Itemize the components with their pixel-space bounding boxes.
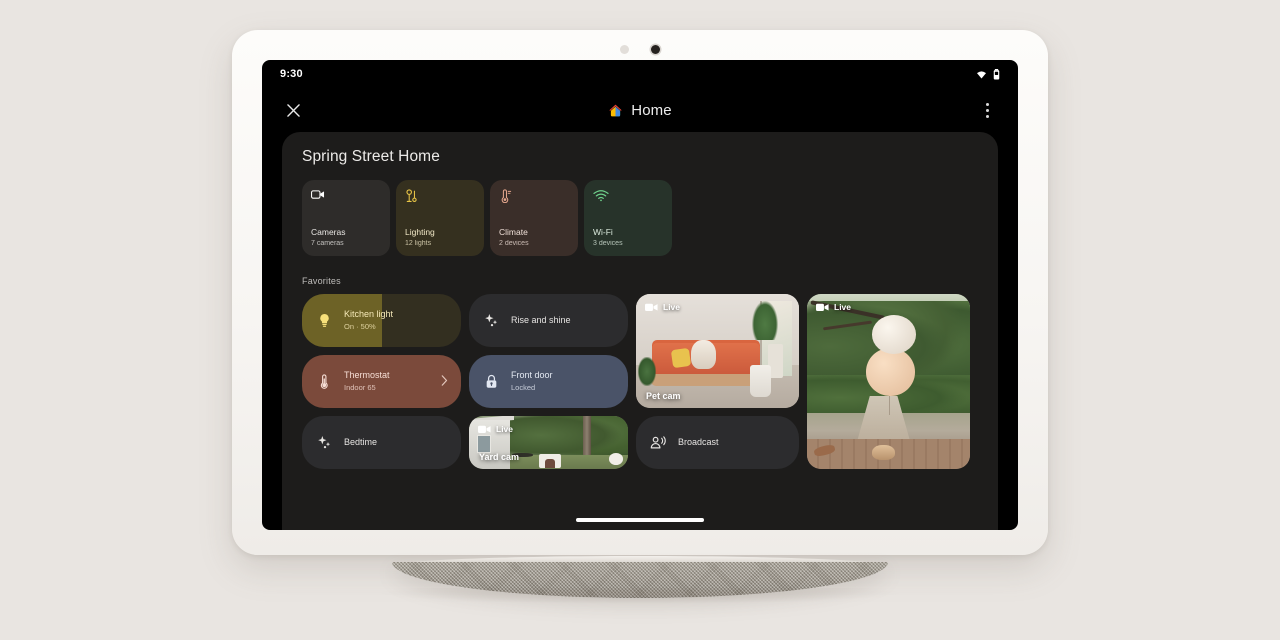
scene: 9:30 Home Spring Street Home Cameras 7 c… bbox=[0, 0, 1280, 640]
sparkle-icon bbox=[482, 313, 500, 328]
category-sub: 3 devices bbox=[593, 239, 623, 247]
category-row: Cameras 7 cameras Lighting 12 lights Cli… bbox=[302, 180, 978, 256]
category-sub: 7 cameras bbox=[311, 239, 344, 247]
favorite-tile-broadcast[interactable]: Broadcast bbox=[636, 416, 799, 469]
category-tile-lighting[interactable]: Lighting 12 lights bbox=[396, 180, 484, 256]
kebab-dot bbox=[985, 114, 989, 118]
camera-scene-plant bbox=[637, 356, 656, 387]
device-shadow bbox=[374, 588, 906, 604]
favorite-text: Thermostat Indoor 65 bbox=[344, 370, 390, 393]
category-label: Climate bbox=[499, 227, 528, 238]
display-screen: 9:30 Home Spring Street Home Cameras 7 c… bbox=[262, 60, 1018, 530]
camera-scene-bin bbox=[750, 364, 772, 397]
sparkle-icon bbox=[315, 435, 333, 450]
live-badge: Live bbox=[816, 302, 851, 312]
camera-card-pet-cam[interactable]: Live Pet cam bbox=[636, 294, 799, 408]
favorite-title: Broadcast bbox=[678, 436, 719, 447]
live-badge: Live bbox=[645, 302, 680, 312]
camera-icon bbox=[651, 44, 660, 54]
sensor-row bbox=[232, 36, 1048, 62]
category-label: Lighting bbox=[405, 227, 435, 238]
favorites-grid: Kitchen light On · 50% Rise and shine Li… bbox=[302, 294, 978, 469]
thermostat-icon bbox=[499, 189, 569, 211]
favorite-tile-thermostat[interactable]: Thermostat Indoor 65 bbox=[302, 355, 461, 408]
home-indicator[interactable] bbox=[576, 518, 704, 522]
ambient-light-sensor-icon bbox=[620, 44, 629, 54]
status-bar: 9:30 bbox=[262, 60, 1018, 88]
close-button[interactable] bbox=[280, 97, 306, 123]
camera-name: Yard cam bbox=[479, 452, 520, 462]
favorite-subtitle: Indoor 65 bbox=[344, 382, 376, 392]
favorite-title: Thermostat bbox=[344, 370, 390, 381]
category-sub: 12 lights bbox=[405, 239, 432, 247]
google-home-logo-icon bbox=[610, 104, 622, 116]
camera-card-garden-cam[interactable]: Live bbox=[807, 294, 970, 469]
camera-scene-window bbox=[476, 435, 492, 454]
camera-scene-doghouse-door bbox=[545, 459, 555, 468]
favorite-tile-front-door[interactable]: Front door Locked bbox=[469, 355, 628, 408]
status-time: 9:30 bbox=[280, 68, 303, 80]
app-title: Home bbox=[631, 101, 672, 119]
lock-icon bbox=[482, 374, 500, 389]
camera-name: Pet cam bbox=[646, 391, 681, 401]
category-label: Wi-Fi bbox=[593, 227, 613, 238]
lightbulb-icon bbox=[315, 313, 333, 328]
camera-scene-dog bbox=[691, 339, 716, 370]
app-title-group: Home bbox=[262, 88, 1018, 132]
live-badge: Live bbox=[478, 424, 513, 434]
wifi-icon bbox=[977, 70, 986, 79]
video-camera-icon bbox=[645, 303, 658, 311]
video-camera-icon bbox=[816, 303, 829, 311]
favorite-title: Front door bbox=[511, 370, 553, 381]
camera-scene-plant bbox=[751, 300, 778, 340]
nest-hub-device: 9:30 Home Spring Street Home Cameras 7 c… bbox=[232, 30, 1048, 555]
favorite-subtitle: On · 50% bbox=[344, 321, 376, 331]
app-bar: Home bbox=[262, 88, 1018, 132]
category-tile-cameras[interactable]: Cameras 7 cameras bbox=[302, 180, 390, 256]
favorite-text: Broadcast bbox=[678, 437, 719, 449]
favorite-subtitle: Locked bbox=[511, 382, 536, 392]
camera-scene-pillow bbox=[670, 347, 691, 369]
category-sub: 2 devices bbox=[499, 239, 529, 247]
content-sheet: Spring Street Home Cameras 7 cameras Lig… bbox=[282, 132, 998, 530]
favorite-text: Bedtime bbox=[344, 437, 377, 449]
favorite-title: Bedtime bbox=[344, 436, 378, 447]
status-icons bbox=[976, 68, 1000, 80]
category-tile-wifi[interactable]: Wi-Fi 3 devices bbox=[584, 180, 672, 256]
favorite-tile-rise-and-shine[interactable]: Rise and shine bbox=[469, 294, 628, 347]
favorite-tile-kitchen-light[interactable]: Kitchen light On · 50% bbox=[302, 294, 461, 347]
overflow-menu-button[interactable] bbox=[974, 97, 1000, 123]
battery-icon bbox=[993, 68, 1000, 79]
video-camera-icon bbox=[478, 425, 491, 433]
camera-scene-ball bbox=[608, 453, 624, 465]
live-label: Live bbox=[663, 302, 681, 312]
camera-card-yard-cam[interactable]: Live Yard cam bbox=[469, 416, 628, 469]
favorite-tile-bedtime[interactable]: Bedtime bbox=[302, 416, 461, 469]
favorites-section-label: Favorites bbox=[302, 276, 341, 286]
lamp-icon bbox=[405, 189, 475, 211]
favorite-text: Kitchen light On · 50% bbox=[344, 309, 393, 332]
thermometer-icon bbox=[315, 374, 333, 389]
camera-scene-sofa-base bbox=[650, 373, 762, 387]
home-name: Spring Street Home bbox=[302, 148, 440, 165]
close-icon bbox=[286, 103, 300, 117]
camera-scene-balloon bbox=[865, 348, 915, 396]
favorite-title: Rise and shine bbox=[511, 314, 571, 325]
camera-scene-balloon-string bbox=[888, 393, 890, 415]
live-label: Live bbox=[496, 424, 514, 434]
camera-scene-dog bbox=[872, 444, 895, 461]
chevron-right-icon bbox=[441, 373, 448, 391]
kebab-dot bbox=[985, 108, 989, 112]
favorite-text: Front door Locked bbox=[511, 370, 553, 393]
video-camera-icon bbox=[311, 189, 381, 211]
live-label: Live bbox=[834, 302, 852, 312]
favorite-text: Rise and shine bbox=[511, 315, 571, 327]
category-tile-climate[interactable]: Climate 2 devices bbox=[490, 180, 578, 256]
kebab-dot bbox=[985, 102, 989, 106]
category-label: Cameras bbox=[311, 227, 346, 238]
favorite-title: Kitchen light bbox=[344, 309, 394, 320]
broadcast-icon bbox=[649, 435, 667, 450]
wifi-icon bbox=[593, 189, 663, 211]
camera-scene-balloon bbox=[872, 315, 917, 354]
